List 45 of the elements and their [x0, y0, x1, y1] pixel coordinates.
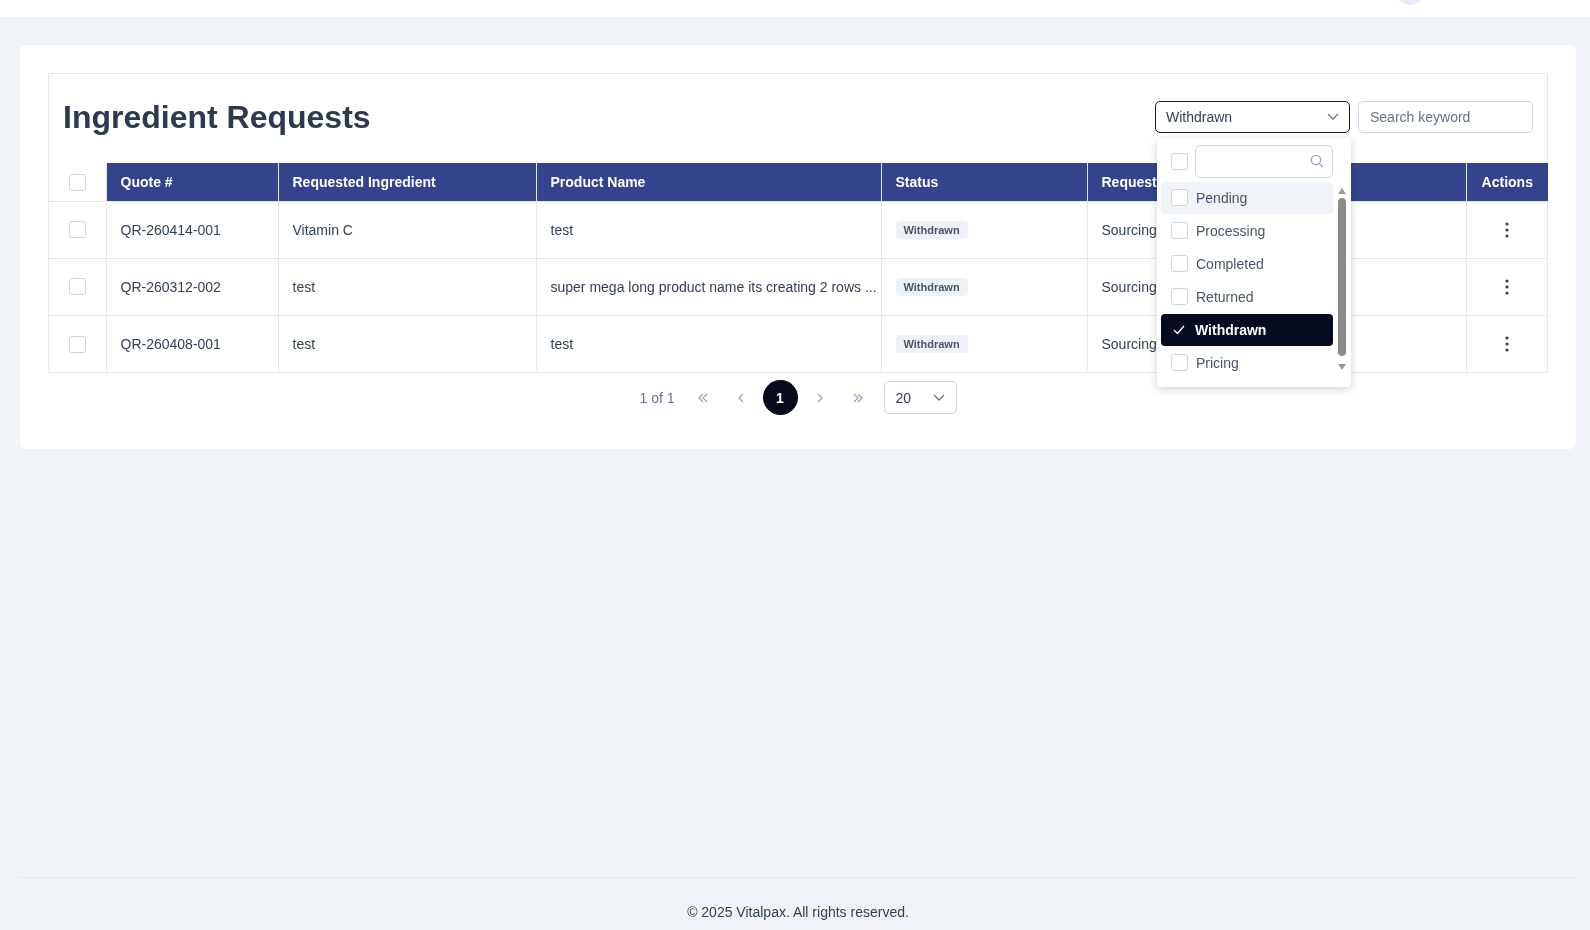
dropdown-option[interactable]: Withdrawn [1161, 313, 1333, 346]
chevron-down-icon [932, 393, 945, 402]
table-cell: Sourcing [1101, 335, 1157, 352]
table-cell: test [292, 278, 316, 295]
more-icon[interactable] [1505, 222, 1510, 239]
page-button[interactable]: 1 [762, 380, 798, 415]
table-cell: test [550, 221, 574, 238]
search-field[interactable]: Search keyword [1358, 100, 1533, 133]
checkbox[interactable] [1171, 152, 1188, 170]
page-title: Ingredient Requests [63, 99, 371, 137]
more-icon[interactable] [1505, 279, 1510, 296]
search-field[interactable] [1195, 144, 1333, 178]
dropdown-option[interactable]: Completed [1161, 247, 1333, 280]
chevron-down-icon [1327, 112, 1339, 121]
dropdown-option[interactable]: Pending [1161, 181, 1333, 214]
checkbox[interactable] [68, 278, 86, 296]
status-badge: Withdrawn [895, 334, 968, 353]
column-header[interactable]: Quote # [120, 173, 173, 190]
check-icon [1171, 324, 1187, 335]
page-size-dropdown[interactable]: 20 [883, 381, 957, 414]
table-cell: QR-260312-002 [120, 278, 221, 295]
table-cell: super mega long product name its creating 2 rows ... [550, 278, 877, 295]
page-summary: 1 of 1 [639, 389, 675, 406]
table-cell: Sourcing [1101, 221, 1157, 238]
more-icon[interactable] [1505, 336, 1510, 353]
copyright-text: © 2025 Vitalpax. All rights reserved. [686, 903, 910, 922]
column-header[interactable]: Request [1101, 173, 1157, 190]
table-cell: test [550, 335, 574, 352]
column-header[interactable]: Product Name [550, 173, 646, 190]
checkbox[interactable] [68, 173, 86, 191]
dropdown-option[interactable]: Pricing [1161, 346, 1333, 379]
table-cell: QR-260408-001 [120, 335, 221, 352]
table-cell: Sourcing [1101, 278, 1157, 295]
status-badge: Withdrawn [895, 277, 968, 296]
table-cell: Vitamin C [292, 221, 353, 238]
checkbox[interactable] [68, 221, 86, 239]
checkbox[interactable] [68, 335, 86, 353]
status-badge: Withdrawn [895, 220, 968, 239]
status-dropdown[interactable]: Withdrawn [1155, 100, 1350, 133]
dropdown-option[interactable]: Returned [1161, 280, 1333, 313]
dropdown-option[interactable]: Processing [1161, 214, 1333, 247]
table-cell: QR-260414-001 [120, 221, 221, 238]
table-cell: test [292, 335, 316, 352]
search-icon [1310, 154, 1324, 168]
column-header[interactable]: Status [895, 173, 939, 190]
